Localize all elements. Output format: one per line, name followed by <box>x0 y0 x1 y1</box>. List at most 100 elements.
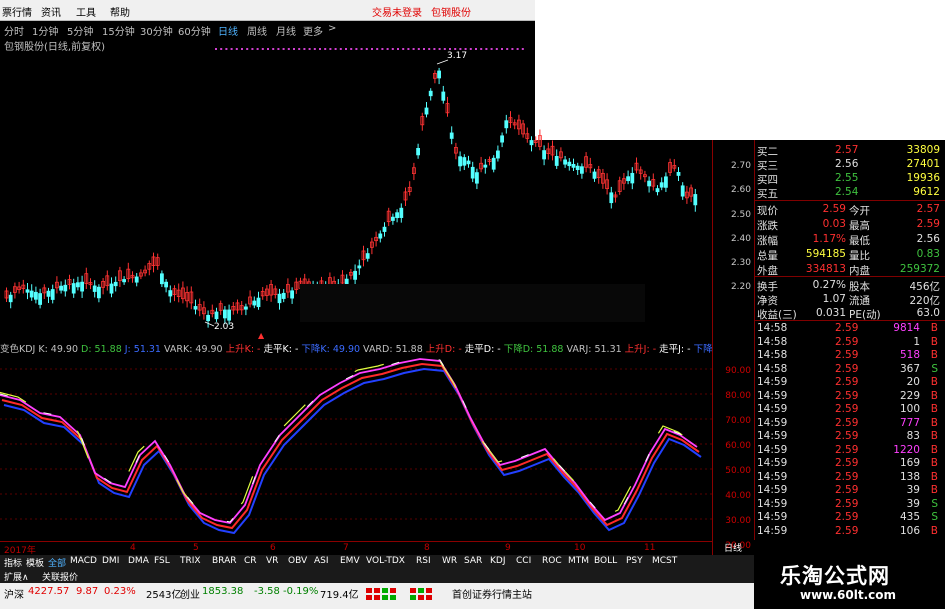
stat-label: 总量 <box>757 250 778 262</box>
candle-body <box>580 166 584 174</box>
price-axis-label: 2.50 <box>730 210 751 220</box>
indicator-tab[interactable]: CCI <box>516 556 531 566</box>
tick-volume: 9814 <box>893 322 920 334</box>
candle-body <box>378 233 383 239</box>
tick-time: 14:59 <box>757 457 788 469</box>
stat-value: 63.0 <box>916 307 940 319</box>
candle-body <box>227 309 232 321</box>
candle-body <box>193 306 198 310</box>
stat-label: 涨跌 <box>757 220 778 232</box>
price-axis-label: 2.20 <box>730 282 751 292</box>
indicator-tab[interactable]: VR <box>266 556 278 566</box>
kdj-chart[interactable] <box>0 355 712 540</box>
candle-body <box>243 306 248 310</box>
signal-dot <box>511 48 514 50</box>
stat-row: 净资 1.07 流通 220亿 <box>755 292 945 307</box>
period-tab-1min[interactable]: 1分钟 <box>32 23 58 38</box>
tick-volume: 20 <box>906 376 920 388</box>
related-quote-tab[interactable]: 关联报价 <box>42 570 78 583</box>
candle-body <box>428 90 433 97</box>
kdj-legend-item: 走平K: - <box>263 344 299 355</box>
candle-body <box>59 285 63 291</box>
period-tab-intraday[interactable]: 分时 <box>4 23 24 38</box>
period-tab-weekly[interactable]: 周线 <box>247 23 267 38</box>
indicator-tab[interactable]: ROC <box>542 556 562 566</box>
candle-body <box>529 140 534 146</box>
candle-body <box>592 171 597 179</box>
period-next-arrow[interactable]: > <box>328 23 336 34</box>
stat-value: 0.03 <box>822 218 846 230</box>
signal-dot <box>521 48 524 50</box>
menu-item-tools[interactable]: 工具 <box>76 4 96 19</box>
expand-tab[interactable]: 扩展∧ <box>4 570 29 583</box>
signal-dot <box>501 48 503 50</box>
cy-index-value: 1853.38 <box>202 586 244 597</box>
candle-body <box>97 286 101 299</box>
stat-value: 1.17% <box>812 233 846 245</box>
signal-dot <box>469 48 472 50</box>
stat-value: 2.56 <box>916 233 940 245</box>
kdj-axis-label: 40.00 <box>725 491 751 501</box>
tick-time: 14:59 <box>757 511 788 523</box>
indicator-tab[interactable]: ASI <box>314 556 329 566</box>
indicator-tab[interactable]: CR <box>244 556 257 566</box>
period-tab-60min[interactable]: 60分钟 <box>178 23 211 38</box>
stat-value: 2.57 <box>916 203 940 215</box>
indicator-tab[interactable]: 全部 <box>48 556 66 569</box>
period-tab-15min[interactable]: 15分钟 <box>102 23 135 38</box>
period-tab-5min[interactable]: 5分钟 <box>67 23 93 38</box>
indicator-tab[interactable]: BOLL <box>594 556 617 566</box>
indicator-tab[interactable]: SAR <box>464 556 482 566</box>
candle-body <box>470 166 475 179</box>
candle-body <box>290 290 295 299</box>
price-axis-label: 2.30 <box>730 258 751 268</box>
date-label: 10 <box>574 543 586 553</box>
indicator-tab[interactable]: OBV <box>288 556 307 566</box>
indicator-tab[interactable]: DMA <box>128 556 149 566</box>
kdj-flat-line <box>0 355 696 521</box>
period-tab-daily[interactable]: 日线 <box>218 23 238 38</box>
menu-item-help[interactable]: 帮助 <box>110 4 130 19</box>
indicator-tab[interactable]: TRIX <box>180 556 201 566</box>
indicator-tab[interactable]: BRAR <box>212 556 236 566</box>
kdj-legend-item: 下降D: 51.88 <box>503 344 564 355</box>
indicator-tab[interactable]: VOL-TDX <box>366 556 405 566</box>
indicator-tab[interactable]: RSI <box>416 556 431 566</box>
menu-item-quote[interactable]: 票行情 <box>2 4 32 19</box>
period-tab-more[interactable]: 更多 <box>303 23 323 38</box>
cy-index-label: 创业 <box>180 590 200 601</box>
candle-body <box>575 165 580 171</box>
candle-body <box>8 294 13 303</box>
login-status[interactable]: 交易未登录 <box>372 4 422 19</box>
low-annotation-line <box>204 321 215 327</box>
indicator-tab[interactable]: PSY <box>626 556 643 566</box>
day-period-button[interactable]: 日线 <box>712 541 754 554</box>
period-selector: 分时 1分钟 5分钟 15分钟 30分钟 60分钟 日线 周线 月线 更多 > <box>0 21 535 38</box>
tick-side: B <box>930 430 938 442</box>
indicator-tab[interactable]: EMV <box>340 556 360 566</box>
indicator-tab[interactable]: MTM <box>568 556 589 566</box>
period-tab-30min[interactable]: 30分钟 <box>140 23 173 38</box>
candle-body <box>113 281 118 287</box>
price-axis-label: 2.70 <box>730 161 751 171</box>
tick-price: 2.59 <box>835 524 859 537</box>
period-tab-monthly[interactable]: 月线 <box>276 23 296 38</box>
signal-dot <box>215 48 217 50</box>
server-name[interactable]: 首创证券行情主站 <box>452 586 532 601</box>
indicator-tab[interactable]: WR <box>442 556 457 566</box>
signal-dot <box>475 48 477 50</box>
tick-side: B <box>930 484 938 496</box>
date-label: 7 <box>343 543 349 553</box>
menu-item-news[interactable]: 资讯 <box>41 4 61 19</box>
indicator-tab[interactable]: MACD <box>70 556 97 566</box>
signal-dot <box>449 48 451 50</box>
indicator-tab[interactable]: MCST <box>652 556 677 566</box>
indicator-tab[interactable]: FSL <box>154 556 170 566</box>
indicator-tab[interactable]: 模板 <box>26 556 44 569</box>
indicator-tab[interactable]: DMI <box>102 556 119 566</box>
kdj-axis-label: 70.00 <box>725 416 751 426</box>
stat-value: 0.031 <box>815 307 846 319</box>
indicator-tab[interactable]: 指标 <box>4 556 22 569</box>
indicator-tab[interactable]: KDJ <box>490 556 506 566</box>
tick-time: 14:59 <box>757 416 788 429</box>
